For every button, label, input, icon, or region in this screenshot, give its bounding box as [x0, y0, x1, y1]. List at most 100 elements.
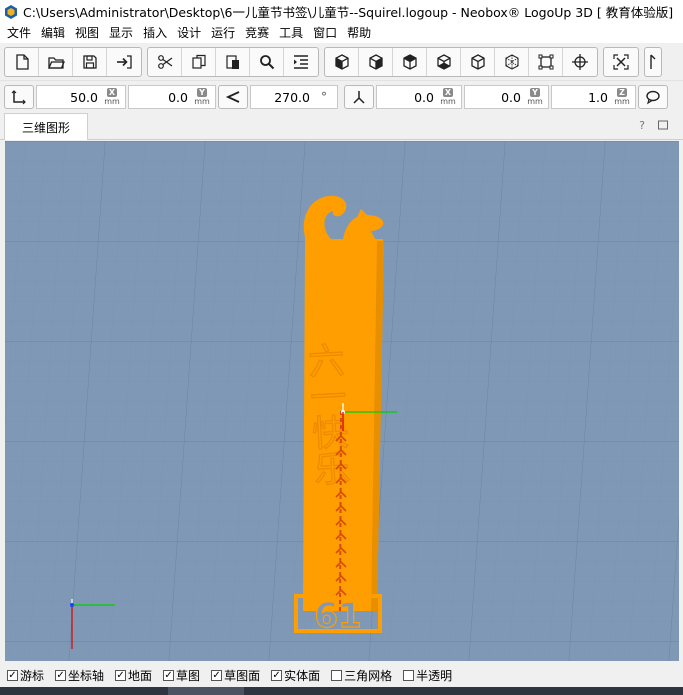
y-unit: mm [194, 97, 210, 106]
menu-item-3[interactable]: 显示 [104, 23, 138, 43]
tab-3d-view[interactable]: 三维图形 [4, 113, 88, 140]
pointer-toolbar-group [644, 46, 662, 77]
angle-value: 270.0 [274, 89, 310, 105]
status-toggle-label: 草图面 [224, 668, 261, 683]
pivot-y-field[interactable]: 0.0 Ymm [464, 85, 549, 109]
scale-value: 1.0 [588, 89, 608, 105]
menu-item-6[interactable]: 运行 [206, 23, 240, 43]
status-bar: ✓ 游标 ✓ 坐标轴 ✓ 地面 ✓ 草图 ✓ 草图面 ✓ 实体面 三角网格 半透明 [0, 663, 683, 687]
scene-canvas[interactable]: 61 六一快乐 [5, 141, 679, 661]
speech-bubble-icon [646, 90, 660, 105]
angle-field[interactable]: 270.0 ° [250, 85, 338, 109]
center-axis-button[interactable] [563, 48, 597, 76]
status-toggle-label: 实体面 [284, 668, 321, 683]
status-toggle-0[interactable]: ✓ 游标 [7, 667, 44, 684]
status-toggle-4[interactable]: ✓ 草图面 [211, 667, 260, 684]
view-left-button[interactable] [393, 47, 427, 76]
angle-button[interactable] [218, 85, 248, 109]
x-position-field[interactable]: 50.0 Xmm [36, 85, 126, 109]
status-toggle-6[interactable]: 三角网格 [331, 667, 392, 684]
cut-button[interactable] [148, 47, 182, 76]
taskbar-strip [0, 687, 683, 695]
fit-frame-icon [538, 54, 553, 69]
pivot-button[interactable] [344, 85, 374, 109]
cut-icon [157, 54, 172, 69]
axis-target-icon [572, 53, 588, 70]
status-toggle-label: 坐标轴 [68, 668, 105, 683]
y-position-field[interactable]: 0.0 Ymm [128, 85, 216, 109]
menu-item-9[interactable]: 窗口 [308, 23, 342, 43]
bookmark-model[interactable]: 61 六一快乐 [294, 195, 384, 637]
paste-button[interactable] [216, 47, 250, 76]
comment-button[interactable] [638, 85, 668, 109]
import-button[interactable] [107, 48, 141, 76]
x-unit: mm [104, 97, 120, 106]
checkbox-icon[interactable]: ✓ [211, 669, 223, 681]
status-toggle-5[interactable]: ✓ 实体面 [271, 667, 320, 684]
scale-field[interactable]: 1.0 Zmm [551, 85, 636, 109]
file-toolbar-group [4, 46, 142, 77]
pivot-x-unit: mm [440, 97, 456, 106]
menu-item-2[interactable]: 视图 [70, 23, 104, 43]
edit-toolbar-group [147, 46, 319, 77]
pivot-x-badge: X [442, 88, 454, 97]
checkbox-icon[interactable] [331, 669, 343, 681]
reset-toolbar-group [603, 46, 639, 77]
cube-view-1-icon [334, 53, 349, 70]
pointer-icon [650, 54, 656, 69]
scale-unit: mm [614, 97, 630, 106]
pointer-button[interactable] [645, 48, 661, 76]
help-icon[interactable]: ? [635, 118, 649, 132]
status-toggle-7[interactable]: 半透明 [403, 667, 452, 684]
view-wire-button[interactable] [495, 47, 529, 76]
status-toggle-2[interactable]: ✓ 地面 [115, 667, 152, 684]
menu-item-1[interactable]: 编辑 [36, 23, 70, 43]
checkbox-icon[interactable]: ✓ [55, 669, 67, 681]
base-text: 61 [314, 596, 361, 636]
indent-button[interactable] [284, 48, 318, 76]
pivot-axis-icon [353, 91, 365, 104]
menu-item-10[interactable]: 帮助 [342, 23, 376, 43]
cube-view-5-icon [470, 53, 485, 70]
position-button[interactable] [4, 85, 34, 109]
maximize-icon[interactable] [656, 118, 670, 132]
indent-icon [294, 54, 308, 69]
pivot-y-unit: mm [527, 97, 543, 106]
reset-button[interactable] [604, 48, 638, 76]
checkbox-icon[interactable] [403, 669, 415, 681]
menu-item-4[interactable]: 插入 [138, 23, 172, 43]
checkbox-icon[interactable]: ✓ [7, 669, 18, 681]
view-top-button[interactable] [461, 47, 495, 76]
open-file-button[interactable] [39, 47, 73, 76]
new-file-icon [15, 53, 29, 70]
paste-icon [225, 54, 239, 69]
checkbox-icon[interactable]: ✓ [271, 669, 283, 681]
angle-unit: ° [321, 89, 327, 104]
menu-item-5[interactable]: 设计 [172, 23, 206, 43]
pivot-y-value: 0.0 [501, 89, 521, 105]
view-right-button[interactable] [427, 47, 461, 76]
new-file-button[interactable] [5, 47, 39, 76]
status-toggle-1[interactable]: ✓ 坐标轴 [55, 667, 104, 684]
cube-wire-icon [504, 53, 519, 70]
angle-icon [225, 91, 240, 103]
menu-item-0[interactable]: 文件 [2, 23, 36, 43]
status-toggle-label: 三角网格 [344, 668, 393, 683]
checkbox-icon[interactable]: ✓ [115, 669, 127, 681]
save-button[interactable] [73, 47, 107, 76]
copy-button[interactable] [182, 47, 216, 76]
menu-item-8[interactable]: 工具 [274, 23, 308, 43]
menu-item-7[interactable]: 竞赛 [240, 23, 274, 43]
3d-viewport[interactable]: 61 六一快乐 [5, 141, 679, 661]
status-toggle-3[interactable]: ✓ 草图 [163, 667, 200, 684]
main-toolbar [0, 43, 683, 81]
window-title: C:\Users\Administrator\Desktop\6一儿童节书签\儿… [23, 5, 674, 20]
checkbox-icon[interactable]: ✓ [163, 669, 175, 681]
view-back-button[interactable] [359, 47, 393, 76]
find-button[interactable] [250, 47, 284, 76]
pivot-x-field[interactable]: 0.0 Xmm [376, 85, 462, 109]
view-front-button[interactable] [325, 47, 359, 76]
open-folder-icon [47, 56, 65, 69]
fit-view-button[interactable] [529, 47, 563, 76]
corner-axis-icon [11, 90, 26, 105]
